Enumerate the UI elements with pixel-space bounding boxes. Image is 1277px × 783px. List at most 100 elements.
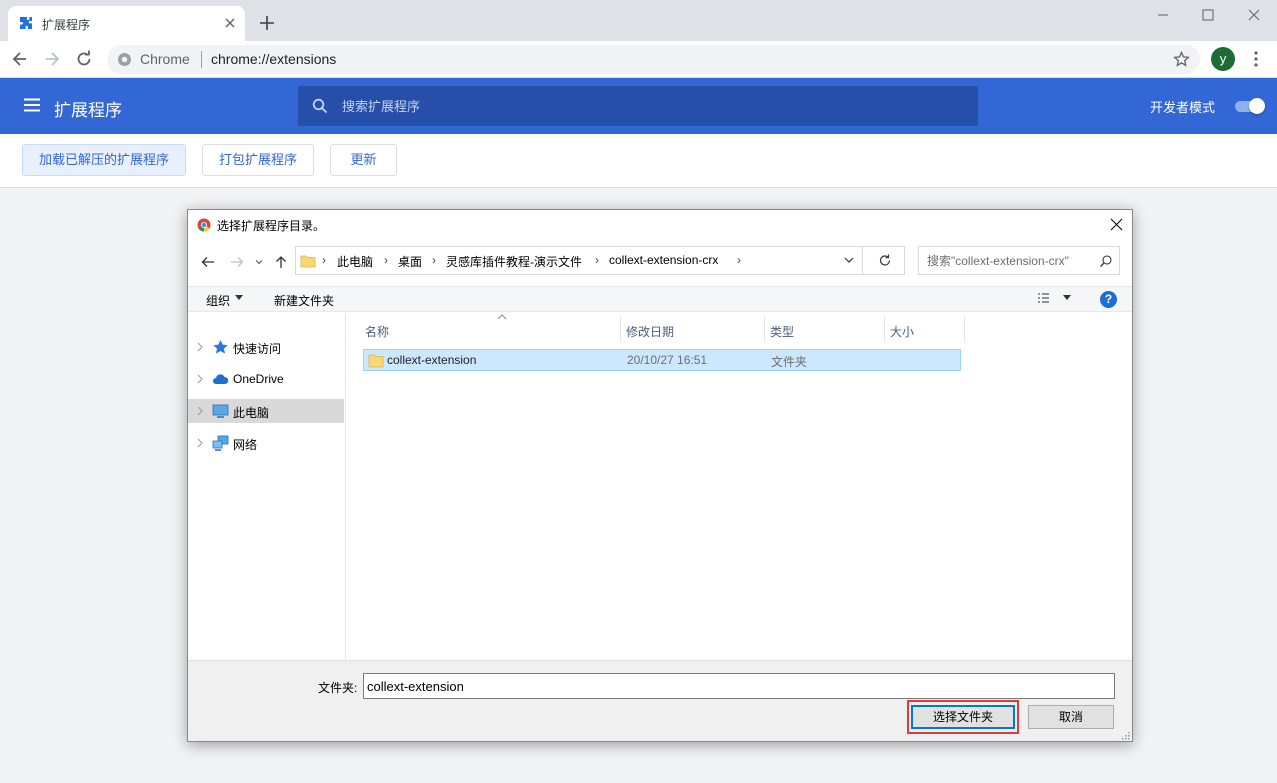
network-icon [212, 435, 229, 451]
nav-item-label: 此电脑 [233, 406, 270, 420]
hamburger-menu-icon[interactable] [24, 98, 40, 112]
omnibox[interactable]: Chrome chrome://extensions [107, 45, 1200, 74]
breadcrumb-separator: › [384, 253, 388, 267]
help-icon[interactable]: ? [1100, 291, 1117, 308]
chevron-down-icon[interactable] [1063, 295, 1071, 301]
developer-toolbar: 加载已解压的扩展程序 打包扩展程序 更新 [0, 134, 1277, 188]
folder-search-box[interactable] [918, 246, 1120, 275]
chevron-right-icon[interactable] [196, 406, 204, 416]
column-header-label: 修改日期 [626, 325, 675, 339]
column-header-name[interactable]: 名称 [360, 314, 621, 342]
pack-extension-button[interactable]: 打包扩展程序 [202, 144, 314, 176]
omnibox-url[interactable]: chrome://extensions [211, 51, 336, 67]
column-header-label: 大小 [890, 325, 915, 339]
folder-name-input[interactable] [363, 673, 1115, 699]
minimize-icon[interactable] [1154, 6, 1172, 24]
column-header-type[interactable]: 类型 [765, 316, 885, 342]
breadcrumb-this-pc[interactable]: 此电脑 [337, 253, 373, 270]
breadcrumb-desktop[interactable]: 桌面 [398, 253, 422, 270]
reload-icon[interactable] [75, 50, 93, 68]
breadcrumb-crx-folder[interactable]: collext-extension-crx [609, 253, 718, 267]
chevron-right-icon[interactable] [196, 342, 204, 352]
more-menu-icon[interactable] [1248, 50, 1264, 68]
recent-locations-icon[interactable] [254, 254, 264, 270]
nav-item-label: 快速访问 [233, 342, 282, 356]
load-unpacked-button[interactable]: 加载已解压的扩展程序 [22, 144, 186, 176]
update-button[interactable]: 更新 [330, 144, 397, 176]
address-divider [862, 247, 863, 274]
developer-mode-toggle[interactable] [1233, 98, 1265, 114]
maximize-icon[interactable] [1199, 6, 1217, 24]
back-icon[interactable] [200, 254, 216, 270]
back-icon[interactable] [11, 50, 29, 68]
column-header-modified[interactable]: 修改日期 [621, 316, 765, 342]
resize-grip-icon[interactable] [1120, 730, 1130, 740]
toggle-knob [1249, 98, 1265, 114]
cloud-icon [213, 374, 229, 384]
file-row[interactable]: collext-extension 20/10/27 16:51 文件夹 [363, 349, 961, 371]
file-type: 文件夹 [771, 355, 808, 369]
folder-search-input[interactable] [927, 253, 1095, 269]
bookmark-star-icon[interactable] [1173, 51, 1190, 68]
forward-icon[interactable] [229, 254, 245, 270]
developer-mode-label: 开发者模式 [1150, 100, 1216, 115]
organize-button[interactable]: 组织 [206, 292, 230, 309]
column-header-label: 类型 [770, 325, 795, 339]
chevron-right-icon[interactable] [196, 438, 204, 448]
nav-item-onedrive[interactable]: OneDrive [188, 367, 344, 391]
nav-item-quick-access[interactable]: 快速访问 [188, 335, 344, 359]
extensions-header: 扩展程序 开发者模式 [0, 78, 1277, 134]
chevron-right-icon[interactable] [196, 374, 204, 384]
close-icon[interactable] [223, 16, 237, 30]
forward-icon[interactable] [43, 50, 61, 68]
profile-avatar[interactable]: y [1211, 47, 1235, 71]
browser-toolbar: Chrome chrome://extensions y [0, 41, 1277, 78]
nav-item-this-pc[interactable]: 此电脑 [188, 399, 344, 423]
select-folder-dialog: 选择扩展程序目录。 › 此电脑 › 桌面 › 灵感库插件教程-演示文件 › co… [187, 209, 1133, 742]
command-bar: 组织 新建文件夹 ? [188, 286, 1132, 312]
tab-extensions[interactable]: 扩展程序 [8, 6, 245, 41]
chevron-down-icon[interactable] [842, 253, 856, 267]
tab-strip: 扩展程序 [0, 0, 1277, 41]
tab-title: 扩展程序 [42, 18, 91, 32]
breadcrumb-tutorial-folder[interactable]: 灵感库插件教程-演示文件 [446, 253, 582, 270]
dialog-close-icon[interactable] [1110, 218, 1123, 231]
view-options-icon[interactable] [1037, 292, 1055, 306]
window-close-icon[interactable] [1245, 6, 1263, 24]
chevron-down-icon [235, 295, 243, 300]
sort-ascending-icon [497, 314, 507, 320]
refresh-icon[interactable] [878, 253, 892, 268]
new-tab-icon[interactable] [258, 14, 276, 32]
omnibox-divider [201, 51, 202, 68]
file-name: collext-extension [387, 353, 477, 367]
select-folder-button[interactable]: 选择文件夹 [911, 705, 1015, 729]
address-bar[interactable]: › 此电脑 › 桌面 › 灵感库插件教程-演示文件 › collext-exte… [295, 246, 905, 275]
new-folder-button[interactable]: 新建文件夹 [274, 292, 334, 309]
page-title: 扩展程序 [54, 101, 122, 120]
dialog-titlebar: 选择扩展程序目录。 [188, 210, 1132, 240]
omnibox-scheme-label: Chrome [140, 51, 190, 67]
column-header-size[interactable]: 大小 [885, 316, 965, 342]
search-icon [312, 98, 328, 114]
dialog-footer: 文件夹: 选择文件夹 取消 [188, 660, 1132, 741]
dialog-title: 选择扩展程序目录。 [217, 219, 326, 233]
breadcrumb-separator: › [595, 253, 599, 267]
breadcrumb-separator: › [322, 253, 326, 267]
nav-item-label: OneDrive [233, 372, 284, 386]
cancel-button[interactable]: 取消 [1028, 705, 1114, 729]
folder-icon [368, 354, 384, 368]
star-icon [213, 340, 228, 354]
breadcrumb-separator: › [737, 253, 741, 267]
nav-item-network[interactable]: 网络 [188, 431, 344, 455]
puzzle-icon [20, 17, 32, 29]
extensions-search-input[interactable] [342, 94, 942, 118]
breadcrumb-separator: › [432, 253, 436, 267]
computer-icon [212, 404, 229, 418]
file-list-pane: 名称 修改日期 类型 大小 collext-extension 20/10/27… [348, 314, 1132, 660]
chrome-logo-icon [197, 218, 211, 232]
nav-item-label: 网络 [233, 438, 258, 452]
extensions-search-box[interactable] [298, 86, 978, 126]
up-folder-icon[interactable] [273, 254, 289, 270]
folder-field-label: 文件夹: [318, 681, 358, 695]
navigation-pane: 快速访问 OneDrive 此电脑 网络 [188, 314, 346, 660]
